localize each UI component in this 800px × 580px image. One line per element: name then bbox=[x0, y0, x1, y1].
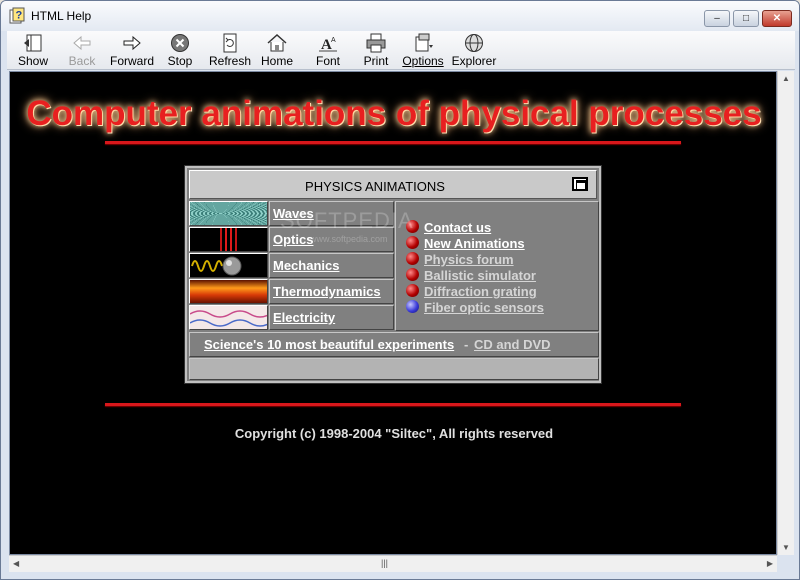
red-sphere-icon bbox=[406, 268, 419, 281]
svg-text:A: A bbox=[331, 37, 336, 44]
new-animations-link[interactable]: New Animations bbox=[424, 236, 525, 251]
home-button[interactable]: Home bbox=[259, 31, 295, 69]
panel-bottom-row: Science's 10 most beautiful experiments … bbox=[189, 332, 599, 357]
watermark-url: www.softpedia.com bbox=[310, 234, 388, 244]
bottom-divider bbox=[105, 403, 681, 406]
fiber-optic-sensors-link[interactable]: Fiber optic sensors bbox=[424, 300, 544, 315]
forward-arrow-icon bbox=[123, 35, 141, 51]
stop-button[interactable]: Stop bbox=[163, 31, 197, 69]
print-button[interactable]: Print bbox=[359, 31, 393, 69]
options-icon bbox=[415, 33, 433, 52]
diffraction-grating-link[interactable]: Diffraction grating bbox=[424, 284, 537, 299]
quick-links-box: Contact us New Animations Physics forum … bbox=[395, 201, 599, 331]
horizontal-scrollbar[interactable]: ◀ ||| ▶ bbox=[9, 555, 777, 572]
options-button[interactable]: Options bbox=[401, 31, 445, 69]
scroll-right-arrow-icon[interactable]: ▶ bbox=[767, 559, 773, 568]
category-row-thermodynamics: Thermodynamics bbox=[189, 279, 394, 305]
category-row-mechanics: Mechanics bbox=[189, 253, 394, 279]
title-bar[interactable]: ? HTML Help – □ ✕ bbox=[1, 1, 799, 31]
scroll-left-arrow-icon[interactable]: ◀ bbox=[13, 559, 19, 568]
printer-icon bbox=[366, 33, 386, 53]
help-content-pane: Computer animations of physical processe… bbox=[9, 71, 777, 555]
cd-and-dvd-link[interactable]: CD and DVD bbox=[474, 337, 551, 352]
red-sphere-icon bbox=[406, 284, 419, 297]
help-question-icon: ? bbox=[9, 7, 25, 24]
home-icon bbox=[267, 33, 287, 52]
scroll-up-arrow-icon[interactable]: ▲ bbox=[782, 74, 790, 83]
svg-text:?: ? bbox=[16, 10, 23, 22]
html-help-window: ? HTML Help – □ ✕ Show Back Forward Stop… bbox=[0, 0, 800, 580]
back-button[interactable]: Back bbox=[63, 31, 101, 69]
electric-waves-graphic bbox=[190, 310, 267, 327]
maximize-button[interactable]: □ bbox=[733, 10, 759, 27]
explorer-button[interactable]: Explorer bbox=[451, 31, 497, 69]
panel-title: PHYSICS ANIMATIONS bbox=[305, 179, 445, 194]
scroll-grip-icon[interactable]: ||| bbox=[381, 558, 388, 568]
blue-sphere-icon bbox=[406, 300, 419, 313]
close-button[interactable]: ✕ bbox=[762, 10, 792, 27]
window-title: HTML Help bbox=[31, 9, 92, 23]
beautiful-experiments-link[interactable]: Science's 10 most beautiful experiments bbox=[204, 337, 454, 352]
spring-ball-graphic bbox=[191, 256, 242, 276]
thermodynamics-thumbnail[interactable] bbox=[189, 279, 268, 304]
red-sphere-icon bbox=[406, 252, 419, 265]
category-link-thermodynamics[interactable]: Thermodynamics bbox=[269, 279, 394, 304]
stop-icon bbox=[171, 34, 189, 52]
physics-animations-panel: PHYSICS ANIMATIONS Waves Optics Mechanic… bbox=[185, 166, 601, 383]
contact-us-link[interactable]: Contact us bbox=[424, 220, 491, 235]
category-link-mechanics[interactable]: Mechanics bbox=[269, 253, 394, 278]
mechanics-thumbnail[interactable] bbox=[189, 253, 268, 278]
waves-thumbnail[interactable] bbox=[189, 201, 268, 226]
electricity-thumbnail[interactable] bbox=[189, 305, 268, 330]
show-icon bbox=[24, 34, 42, 52]
vertical-scrollbar[interactable]: ▲ ▼ bbox=[777, 71, 794, 555]
refresh-icon bbox=[223, 33, 237, 53]
category-link-electricity[interactable]: Electricity bbox=[269, 305, 394, 330]
link-separator: - bbox=[464, 337, 469, 352]
panel-header: PHYSICS ANIMATIONS bbox=[189, 170, 597, 199]
font-button[interactable]: AA Font bbox=[311, 31, 345, 69]
panel-maximize-icon[interactable] bbox=[572, 177, 588, 191]
page-headline: Computer animations of physical processe… bbox=[26, 94, 762, 133]
category-row-electricity: Electricity bbox=[189, 305, 394, 331]
panel-footer-row bbox=[189, 358, 599, 380]
explorer-icon bbox=[465, 34, 483, 52]
refresh-button[interactable]: Refresh bbox=[207, 31, 253, 69]
scroll-down-arrow-icon[interactable]: ▼ bbox=[782, 543, 790, 552]
watermark: SOFTPEDIA bbox=[280, 208, 414, 233]
font-icon: AA bbox=[319, 37, 337, 53]
back-arrow-icon bbox=[73, 35, 91, 51]
copyright-text: Copyright (c) 1998-2004 "Siltec", All ri… bbox=[234, 426, 554, 441]
red-sphere-icon bbox=[406, 236, 419, 249]
forward-button[interactable]: Forward bbox=[107, 31, 157, 69]
top-divider bbox=[105, 141, 681, 144]
minimize-button[interactable]: – bbox=[704, 10, 730, 27]
physics-forum-link[interactable]: Physics forum bbox=[424, 252, 514, 267]
show-button[interactable]: Show bbox=[13, 31, 53, 69]
ballistic-simulator-link[interactable]: Ballistic simulator bbox=[424, 268, 536, 283]
optics-thumbnail[interactable] bbox=[189, 227, 268, 252]
toolbar: Show Back Forward Stop Refresh Home AA F… bbox=[7, 31, 795, 70]
